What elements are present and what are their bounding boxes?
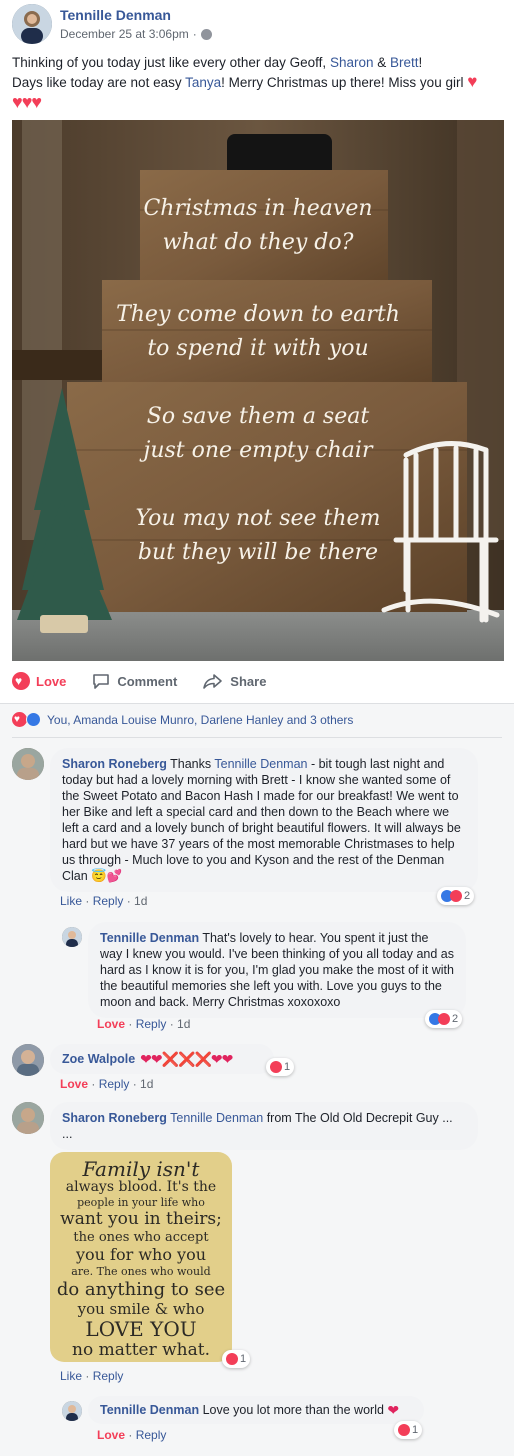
sign-verse-4: You may not see them but they will be th… bbox=[135, 506, 381, 565]
sign-verse-1: Christmas in heaven what do they do? bbox=[143, 196, 373, 255]
heart-x-emoji: ❤❤❌❌❌❤❤ bbox=[140, 1051, 233, 1067]
comment-actions: Love · Reply · 1d bbox=[97, 1017, 191, 1031]
sign-verse-3: So save them a seat just one empty chair bbox=[143, 404, 373, 463]
comment-reaction-count[interactable]: 1 bbox=[222, 1350, 251, 1368]
action-bar: ♥ Love Comment Share bbox=[12, 666, 504, 696]
heart-emoji: ❤ bbox=[387, 1402, 400, 1418]
reply-link[interactable]: Reply bbox=[93, 894, 124, 908]
comment-text: Love you lot more than the world bbox=[199, 1403, 388, 1417]
like-link[interactable]: Like bbox=[60, 1369, 82, 1383]
comment-actions: Love · Reply · 1d bbox=[60, 1077, 154, 1091]
tag-sharon[interactable]: Sharon bbox=[330, 55, 374, 70]
share-icon bbox=[203, 673, 223, 689]
comment-actions: Like · Reply · 1d bbox=[60, 894, 148, 908]
comment-author[interactable]: Zoe Walpole bbox=[62, 1051, 135, 1067]
reply-bubble: Tennille Denman That's lovely to hear. Y… bbox=[88, 922, 466, 1018]
comment-reaction-count[interactable]: 1 bbox=[266, 1058, 295, 1076]
divider bbox=[0, 703, 514, 704]
comment-actions: Like · Reply bbox=[60, 1369, 124, 1383]
love-link[interactable]: Love bbox=[97, 1428, 125, 1442]
comment-text: from The Old Old Decrepit Guy ... bbox=[263, 1111, 453, 1125]
commenter-avatar[interactable] bbox=[12, 748, 44, 780]
author-avatar[interactable] bbox=[12, 4, 52, 44]
comment-time[interactable]: 1d bbox=[134, 894, 147, 908]
love-reaction-icon bbox=[398, 1424, 410, 1436]
love-link[interactable]: Love bbox=[97, 1017, 125, 1031]
comment-author[interactable]: Tennille Denman bbox=[100, 931, 199, 945]
reply-link[interactable]: Reply bbox=[136, 1428, 167, 1442]
commenter-avatar[interactable] bbox=[12, 1044, 44, 1076]
reactions-summary[interactable]: ♥ You, Amanda Louise Munro, Darlene Hanl… bbox=[12, 712, 353, 727]
love-button[interactable]: ♥ Love bbox=[12, 672, 66, 690]
comment-bubble: Zoe Walpole ❤❤❌❌❌❤❤ bbox=[50, 1044, 274, 1074]
divider bbox=[12, 737, 502, 738]
comment-author[interactable]: Sharon Roneberg bbox=[62, 1111, 167, 1125]
comment-text: - bit tough last night and today but had… bbox=[62, 757, 461, 883]
post-timestamp-row: December 25 at 3:06pm · bbox=[60, 27, 212, 41]
sign-verse-2: They come down to earth to spend it with… bbox=[116, 302, 400, 361]
post-image[interactable]: Christmas in heaven what do they do? The… bbox=[12, 120, 504, 661]
comment-button[interactable]: Comment bbox=[92, 673, 177, 690]
love-reaction-icon: ♥ bbox=[12, 672, 30, 690]
like-link[interactable]: Like bbox=[60, 894, 82, 908]
comment-bubble: Sharon Roneberg Thanks Tennille Denman -… bbox=[50, 748, 478, 892]
reply-link[interactable]: Reply bbox=[99, 1077, 130, 1091]
comment-reaction-count[interactable]: 2 bbox=[425, 1010, 463, 1028]
share-button[interactable]: Share bbox=[203, 673, 266, 690]
reply-bubble: Tennille Denman Love you lot more than t… bbox=[88, 1396, 424, 1424]
comment-attached-image[interactable]: Family isn't always blood. It's the peop… bbox=[50, 1152, 232, 1362]
love-reaction-icon: ♥ bbox=[12, 712, 27, 727]
comment-actions: Love · Reply bbox=[97, 1428, 167, 1442]
like-reaction-icon bbox=[26, 712, 41, 727]
comment-bubble: Sharon Roneberg Tennille Denman from The… bbox=[50, 1102, 478, 1150]
love-reaction-icon bbox=[270, 1061, 282, 1073]
comment-tag[interactable]: Tennille Denman bbox=[170, 1111, 263, 1125]
reply-link[interactable]: Reply bbox=[93, 1369, 124, 1383]
comment-reaction-count[interactable]: 2 bbox=[437, 887, 475, 905]
comment-tag[interactable]: Tennille Denman bbox=[214, 757, 307, 771]
heart-emoji-row: ♥♥♥ bbox=[12, 92, 42, 112]
love-link[interactable]: Love bbox=[60, 1077, 88, 1091]
reply-avatar[interactable] bbox=[62, 927, 82, 947]
tag-brett[interactable]: Brett bbox=[390, 55, 419, 70]
angel-heart-emoji: 😇💕 bbox=[91, 869, 123, 883]
comment-author[interactable]: Tennille Denman bbox=[100, 1402, 199, 1418]
comment-time[interactable]: 1d bbox=[140, 1077, 153, 1091]
love-reaction-icon bbox=[450, 890, 462, 902]
comment-author[interactable]: Sharon Roneberg bbox=[62, 757, 167, 771]
post-text-line-1: Thinking of you today just like every ot… bbox=[12, 55, 423, 70]
post-text: Thinking of you today just like every ot… bbox=[12, 53, 504, 112]
post-author-name[interactable]: Tennille Denman bbox=[60, 7, 171, 23]
globe-icon[interactable] bbox=[200, 28, 212, 40]
love-reaction-icon bbox=[438, 1013, 450, 1025]
post-text-line-2: Days like today are not easy Tanya! Merr… bbox=[12, 72, 478, 91]
reply-avatar[interactable] bbox=[62, 1401, 82, 1421]
love-reaction-icon bbox=[226, 1353, 238, 1365]
comment-icon bbox=[93, 673, 110, 689]
heart-emoji: ♥ bbox=[467, 72, 478, 91]
comment-text-more: ... bbox=[62, 1127, 73, 1141]
comment-time[interactable]: 1d bbox=[177, 1017, 190, 1031]
reply-link[interactable]: Reply bbox=[136, 1017, 167, 1031]
comment-reaction-count[interactable]: 1 bbox=[394, 1421, 423, 1439]
post-timestamp[interactable]: December 25 at 3:06pm bbox=[60, 27, 189, 41]
separator: · bbox=[192, 27, 197, 41]
commenter-avatar[interactable] bbox=[12, 1102, 44, 1134]
tag-tanya[interactable]: Tanya bbox=[185, 75, 221, 90]
